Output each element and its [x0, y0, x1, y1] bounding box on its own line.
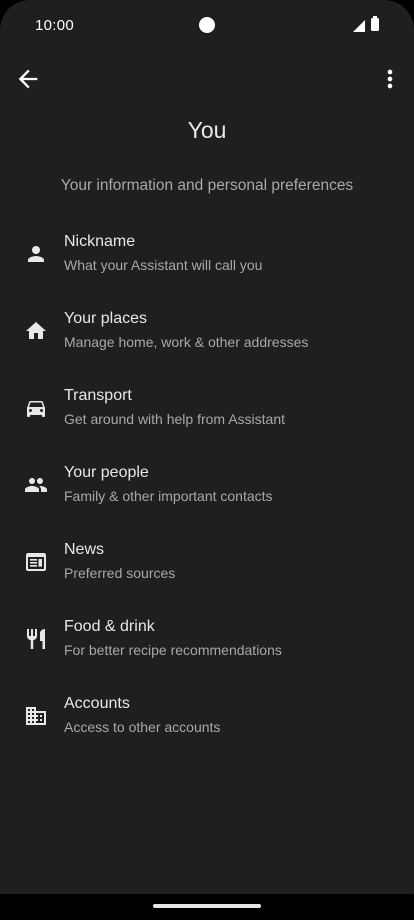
people-icon	[25, 478, 47, 492]
page-title: You	[187, 117, 227, 143]
item-subtitle: What your Assistant will call you	[64, 257, 263, 273]
status-bar: 10:00	[0, 0, 414, 52]
home-icon	[26, 322, 46, 339]
item-subtitle: Access to other accounts	[64, 719, 221, 735]
item-subtitle: Preferred sources	[64, 565, 176, 581]
item-subtitle: For better recipe recommendations	[64, 642, 282, 658]
list-item-news[interactable]: News Preferred sources	[0, 532, 414, 609]
navigation-bar	[0, 894, 414, 920]
list-item-transport[interactable]: Transport Get around with help from Assi…	[0, 378, 414, 455]
item-subtitle: Manage home, work & other addresses	[64, 334, 309, 350]
battery-icon	[371, 16, 379, 31]
list-item-your-places[interactable]: Your places Manage home, work & other ad…	[0, 301, 414, 378]
item-title: Your people	[64, 464, 149, 481]
back-button[interactable]	[14, 65, 42, 93]
item-title: Food & drink	[64, 618, 155, 635]
restaurant-icon	[27, 629, 45, 649]
item-title: Your places	[64, 310, 148, 327]
item-subtitle: Get around with help from Assistant	[64, 411, 285, 427]
page-subtitle: Your information and personal preference…	[60, 177, 354, 194]
list-item-food-drink[interactable]: Food & drink For better recipe recommend…	[0, 609, 414, 686]
status-time: 10:00	[35, 17, 75, 34]
item-title: Nickname	[64, 233, 136, 250]
item-title: Transport	[64, 387, 132, 404]
home-gesture-handle[interactable]	[153, 904, 261, 908]
car-icon	[27, 401, 45, 417]
person-icon	[28, 246, 44, 262]
phone-screen: 10:00 You Your information and personal …	[0, 0, 414, 920]
list-item-accounts[interactable]: Accounts Access to other accounts	[0, 686, 414, 763]
item-title: Accounts	[64, 695, 130, 712]
item-title: News	[64, 541, 105, 558]
more-vert-icon	[387, 69, 393, 89]
item-subtitle: Family & other important contacts	[64, 488, 273, 504]
business-icon	[26, 707, 46, 725]
more-options-button[interactable]	[376, 65, 404, 93]
arrow-back-icon	[18, 69, 38, 89]
list-item-your-people[interactable]: Your people Family & other important con…	[0, 455, 414, 532]
camera-cutout	[199, 17, 215, 33]
settings-list: Nickname What your Assistant will call y…	[0, 224, 414, 763]
news-icon	[26, 553, 46, 571]
signal-icon	[353, 20, 365, 32]
list-item-nickname[interactable]: Nickname What your Assistant will call y…	[0, 224, 414, 301]
